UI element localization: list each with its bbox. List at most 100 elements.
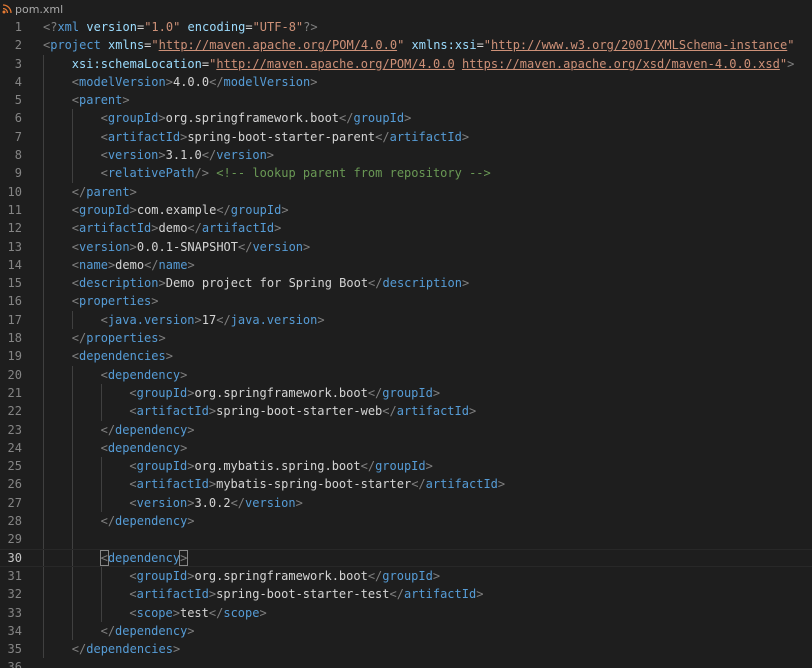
token-br: >	[295, 495, 303, 510]
indent-guide	[43, 292, 44, 311]
token-txt: 4.0.0	[172, 74, 210, 89]
code-line[interactable]: 28 </dependency>	[0, 512, 812, 531]
indent-guide	[100, 402, 102, 421]
code-line[interactable]: 5 <parent>	[0, 91, 812, 110]
line-number: 6	[14, 111, 22, 126]
code-line[interactable]: 9 <relativePath/> <!-- lookup parent from…	[0, 164, 812, 183]
code-line[interactable]: 24 <dependency>	[0, 438, 812, 458]
code-line[interactable]: 20 <dependency>	[0, 365, 812, 384]
file-name[interactable]: pom.xml	[15, 3, 63, 16]
code-line[interactable]: 29	[0, 530, 812, 549]
code-line[interactable]: 17 <java.version>17</java.version>	[0, 310, 812, 330]
token-tag: dependencies	[79, 349, 166, 364]
code-text: <properties>	[72, 292, 159, 310]
token-txt: spring-boot-starter-test	[216, 587, 390, 602]
token-tag: version	[216, 148, 267, 163]
code-line[interactable]: 25 <groupId>org.mybatis.spring.boot</grou…	[0, 457, 812, 476]
code-line[interactable]: 7 <artifactId>spring-boot-starter-parent<…	[0, 127, 812, 147]
code-line[interactable]: 18 </properties>	[0, 329, 812, 348]
token-br: </	[187, 221, 202, 236]
code-text: <dependency>	[101, 439, 188, 457]
token-link[interactable]: http://www.w3.org/2001/XMLSchema-instanc…	[491, 38, 787, 52]
indent-guide	[71, 621, 73, 641]
code-line[interactable]: 27 <version>3.0.2</version>	[0, 493, 812, 513]
indent-guide	[71, 512, 73, 531]
indent-guide	[43, 383, 44, 403]
code-line[interactable]: 15 <description>Demo project for Spring B…	[0, 274, 812, 293]
indent-guide	[71, 530, 73, 549]
code-text: <dependency>	[101, 366, 188, 384]
indent-guide	[100, 475, 102, 494]
token-br: <	[129, 495, 137, 510]
code-line[interactable]: 14 <name>demo</name>	[0, 255, 812, 275]
token-link[interactable]: https://maven.apache.org/xsd/maven-4.0.0…	[462, 57, 780, 71]
code-line[interactable]: 12 <artifactId>demo</artifactId>	[0, 219, 812, 238]
token-br: <	[100, 148, 108, 163]
token-tag: version	[245, 495, 296, 510]
token-txt: Demo project for Spring Boot	[165, 276, 369, 291]
token-br: >	[187, 257, 195, 272]
code-text: </properties>	[72, 329, 166, 347]
token-br: </	[360, 459, 376, 474]
line-number: 8	[14, 148, 22, 163]
code-line[interactable]: 2 <project xmlns="http://maven.apache.org…	[0, 36, 812, 54]
token-br: <	[100, 111, 108, 126]
code-line[interactable]: 13 <version>0.0.1-SNAPSHOT</version>	[0, 237, 812, 256]
code-line[interactable]: 35 </dependencies>	[0, 640, 812, 659]
token-br: </	[382, 404, 397, 419]
token-br: >	[158, 276, 166, 291]
token-br: </	[216, 312, 231, 327]
line-number: 19	[7, 349, 22, 364]
line-number: 24	[7, 440, 22, 455]
indent-guide	[43, 530, 44, 549]
token-br: <	[71, 294, 80, 309]
indent-guide	[71, 438, 73, 458]
code-line[interactable]: 3 xsi:schemaLocation= " http://maven.apache…	[0, 54, 812, 73]
token-br: <	[71, 349, 80, 364]
indent-guide	[71, 310, 73, 330]
token-tag: parent	[86, 184, 130, 199]
code-line[interactable]: 19 <dependencies>	[0, 347, 812, 366]
token-link[interactable]: http://maven.apache.org/POM/4.0.0	[216, 57, 454, 71]
code-line[interactable]: 22 <artifactId>spring-boot-starter-web</a…	[0, 402, 812, 421]
code-line[interactable]: 8 <version>3.1.0</version>	[0, 146, 812, 165]
indent-guide	[43, 182, 44, 201]
code-text: <relativePath/> <!-- lookup parent from …	[101, 164, 491, 182]
code-line[interactable]: 21 <groupId>org.springframework.boot</gro…	[0, 383, 812, 403]
code-line[interactable]: 30 <dependency>	[0, 548, 812, 567]
code-line[interactable]: 26 <artifactId>mybatis-spring-boot-starte…	[0, 475, 812, 494]
code-text: <groupId>org.springframework.boot</group…	[129, 567, 440, 585]
code-line[interactable]: 16 <properties>	[0, 292, 812, 311]
code-line[interactable]: 11 <groupId>com.example</groupId>	[0, 200, 812, 220]
code-line[interactable]: 32 <artifactId>spring-boot-starter-test</…	[0, 585, 812, 604]
code-line[interactable]: 23 </dependency>	[0, 420, 812, 439]
token-br: </	[389, 587, 404, 602]
token-txt: 3.1.0	[165, 148, 202, 163]
token-tag: dependencies	[86, 642, 173, 657]
indent-guide	[100, 457, 102, 476]
code-line[interactable]: 6 <groupId>org.springframework.boot</grou…	[0, 109, 812, 128]
token-br: >	[194, 312, 202, 327]
indent-guide	[71, 603, 73, 622]
code-line[interactable]: 36	[0, 658, 812, 668]
token-tag: artifactId	[79, 221, 152, 236]
code-line[interactable]: 4 <modelVersion>4.0.0</modelVersion>	[0, 72, 812, 92]
breadcrumb[interactable]: pom.xml	[0, 0, 812, 18]
indent-guide	[71, 402, 73, 421]
code-line[interactable]: 34 </dependency>	[0, 621, 812, 641]
code-line[interactable]: 10 </parent>	[0, 182, 812, 201]
token-br: </	[201, 148, 217, 163]
token-br: </	[411, 477, 426, 492]
token-link[interactable]: http://maven.apache.org/POM/4.0.0	[159, 38, 397, 52]
token-br: >	[432, 568, 441, 583]
code-line[interactable]: 31 <groupId>org.springframework.boot</gro…	[0, 566, 812, 586]
token-br: >	[303, 239, 311, 254]
token-txt: spring-boot-starter-parent	[187, 129, 376, 144]
code-editor[interactable]: 1 <?xml version="1.0" encoding="UTF-8"?> 2…	[0, 18, 812, 668]
token-txt: com.example	[136, 202, 217, 217]
token-br: >	[172, 642, 181, 657]
code-line[interactable]: 33 <scope>test</scope>	[0, 603, 812, 622]
code-line[interactable]: 1 <?xml version="1.0" encoding="UTF-8"?>	[0, 18, 812, 36]
token-txt: demo	[158, 221, 188, 236]
